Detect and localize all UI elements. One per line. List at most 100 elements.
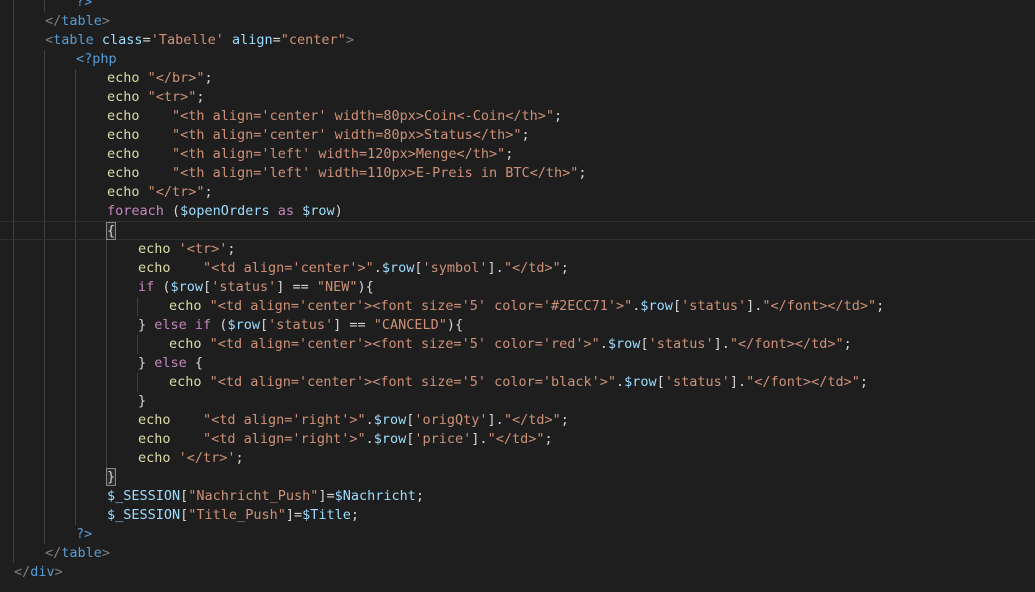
code-line[interactable]: </table>: [0, 544, 1035, 563]
code-line[interactable]: echo "</br>";: [0, 69, 1035, 88]
code-token: "center": [280, 32, 346, 48]
code-line-content: } else if ($row['status'] == "CANCELD"){: [138, 316, 463, 335]
code-token: $row: [607, 336, 641, 352]
code-line[interactable]: echo "<td align='right'>".$row['origQty'…: [0, 411, 1035, 430]
code-line[interactable]: }: [0, 468, 1035, 487]
code-token: $Nachricht: [334, 488, 416, 504]
code-line[interactable]: echo "<th align='center' width=80px>Stat…: [0, 126, 1035, 145]
code-line[interactable]: $_SESSION["Title_Push"]=$Title;: [0, 506, 1035, 525]
code-token: "<td align='right'>": [203, 412, 366, 428]
code-token: ;: [415, 488, 425, 504]
code-token: (: [211, 317, 228, 333]
code-token: ;: [350, 507, 360, 523]
code-token: foreach: [107, 203, 164, 219]
code-line-content: echo "<tr>";: [107, 88, 205, 107]
code-token: ].: [471, 431, 488, 447]
code-token: echo: [107, 89, 148, 105]
code-line-content: if ($row['status'] == "NEW"){: [138, 278, 374, 297]
code-line[interactable]: </table>: [0, 12, 1035, 31]
code-token: ){: [357, 279, 374, 295]
code-token: (: [163, 203, 181, 219]
code-line[interactable]: echo "<th align='left' width=120px>Menge…: [0, 145, 1035, 164]
code-token: "<th align='center' width=80px>Coin<-Coi…: [172, 108, 555, 124]
code-token: ;: [859, 374, 869, 390]
code-token: <?php: [76, 51, 117, 67]
code-token: ;: [235, 450, 244, 466]
code-token: echo: [138, 431, 204, 447]
code-token: ;: [843, 336, 852, 352]
code-line-content: echo "<td align='center'><font size='5' …: [169, 297, 884, 316]
code-line[interactable]: echo "<td align='center'><font size='5' …: [0, 373, 1035, 392]
code-line-content: $_SESSION["Nachricht_Push"]=$Nachricht;: [107, 487, 424, 506]
code-token: echo: [107, 165, 173, 181]
code-line-content: echo "<th align='left' width=120px>Menge…: [107, 145, 513, 164]
code-line[interactable]: <?php: [0, 50, 1035, 69]
code-line-content: </table>: [45, 12, 110, 31]
code-line[interactable]: } else if ($row['status'] == "CANCELD"){: [0, 316, 1035, 335]
code-line[interactable]: <table class='Tabelle' align="center">: [0, 31, 1035, 50]
code-token: {: [186, 355, 204, 371]
code-line[interactable]: echo "<tr>";: [0, 88, 1035, 107]
code-token: ;: [560, 260, 569, 276]
code-token: 'Tabelle': [150, 32, 224, 48]
code-line[interactable]: echo "</tr>";: [0, 183, 1035, 202]
code-token: .: [373, 260, 382, 276]
code-line[interactable]: echo '<tr>';: [0, 240, 1035, 259]
code-line[interactable]: echo "<td align='center'><font size='5' …: [0, 297, 1035, 316]
code-token: "<td align='center'><font size='5' color…: [209, 374, 617, 390]
code-editor[interactable]: ?> </table> <table class='Tabelle' align="…: [0, 0, 1035, 592]
code-token: else: [154, 355, 187, 371]
code-token: ;: [876, 298, 885, 314]
code-token: $_SESSION: [107, 507, 181, 523]
code-token: "</td>": [487, 431, 545, 447]
code-token: echo: [169, 298, 210, 314]
code-line[interactable]: ?>: [0, 0, 1035, 12]
code-line[interactable]: {: [0, 221, 1035, 240]
code-token: table: [61, 545, 102, 561]
code-token: ;: [544, 431, 553, 447]
code-token: echo: [107, 108, 173, 124]
code-line-content: ?>: [76, 525, 92, 544]
code-line[interactable]: $_SESSION["Nachricht_Push"]=$Nachricht;: [0, 487, 1035, 506]
code-token: 'price': [414, 431, 472, 447]
code-line-content: {: [105, 222, 117, 241]
code-line[interactable]: if ($row['status'] == "NEW"){: [0, 278, 1035, 297]
code-token: "<td align='center'>": [203, 260, 374, 276]
code-token: ].: [713, 336, 730, 352]
code-line-content: echo "<td align='center'><font size='5' …: [169, 335, 852, 354]
code-token: <: [45, 32, 54, 48]
code-line[interactable]: } else {: [0, 354, 1035, 373]
code-token: [: [414, 260, 423, 276]
code-line[interactable]: echo "<td align='center'><font size='5' …: [0, 335, 1035, 354]
code-line[interactable]: echo '</tr>';: [0, 449, 1035, 468]
code-line[interactable]: foreach ($openOrders as $row): [0, 202, 1035, 221]
code-token: else if: [154, 317, 212, 333]
code-line[interactable]: echo "<td align='center'>".$row['symbol'…: [0, 259, 1035, 278]
code-token: $row: [381, 260, 415, 276]
code-token: $openOrders: [180, 203, 270, 219]
code-token: "<td align='center'><font size='5' color…: [209, 336, 600, 352]
code-line[interactable]: }: [0, 392, 1035, 411]
code-token: echo: [107, 146, 173, 162]
code-line[interactable]: echo "<td align='right'>".$row['price'].…: [0, 430, 1035, 449]
code-token: }: [138, 393, 147, 409]
code-line-content: echo "<td align='right'>".$row['origQty'…: [138, 411, 569, 430]
code-line[interactable]: echo "<th align='left' width=110px>E-Pre…: [0, 164, 1035, 183]
code-token: echo: [107, 127, 173, 143]
code-line-content: $_SESSION["Title_Push"]=$Title;: [107, 506, 359, 525]
code-token: '<tr>': [178, 241, 228, 257]
code-token: .: [365, 431, 374, 447]
code-line-content: </table>: [45, 544, 110, 563]
code-token: $row: [624, 374, 657, 390]
code-token: ;: [204, 184, 213, 200]
code-line[interactable]: ?>: [0, 525, 1035, 544]
code-token: if: [138, 279, 155, 295]
code-token: "<tr>": [147, 89, 197, 105]
code-token: }: [138, 355, 155, 371]
code-line[interactable]: </div>: [0, 563, 1035, 582]
code-line[interactable]: echo "<th align='center' width=80px>Coin…: [0, 107, 1035, 126]
code-token: echo: [169, 374, 210, 390]
code-token: $row: [302, 203, 335, 219]
code-token: 'status': [681, 298, 747, 314]
